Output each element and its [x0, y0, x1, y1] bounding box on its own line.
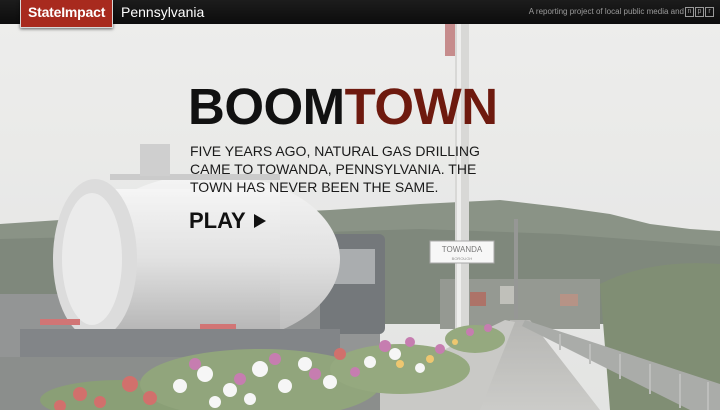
stateimpact-logo[interactable]: StateImpact [20, 0, 114, 28]
play-label: PLAY [189, 208, 246, 233]
title-town: TOWN [344, 78, 498, 135]
npr-logo[interactable]: n p r [685, 7, 714, 17]
play-button[interactable]: PLAY [189, 208, 266, 234]
npr-letter-r: r [705, 7, 714, 17]
hero-description: Five years ago, natural gas drilling cam… [190, 143, 480, 195]
hero-photo: TOWANDA BOROUGH BOOMTOWN FIVE YEARS AGO,… [0, 24, 720, 410]
tagline: A reporting project of local public medi… [528, 7, 684, 16]
top-bar: StateImpact Pennsylvania A reporting pro… [0, 0, 720, 28]
npr-letter-p: p [695, 7, 704, 17]
play-triangle-icon [253, 214, 266, 228]
title-boom: BOOM [188, 78, 345, 135]
region-name[interactable]: Pennsylvania [121, 0, 204, 24]
npr-letter-n: n [685, 7, 694, 17]
page-title: BOOMTOWN [188, 81, 498, 133]
